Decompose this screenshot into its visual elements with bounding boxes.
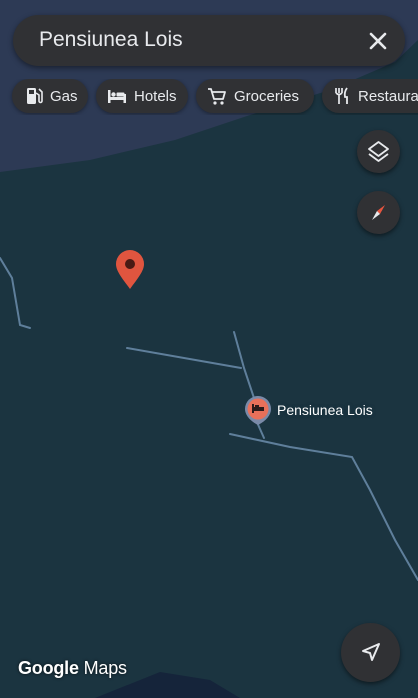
layers-button[interactable]	[357, 130, 400, 173]
bed-icon	[108, 90, 126, 103]
navigate-button[interactable]	[341, 623, 400, 682]
search-bar[interactable]: Pensiunea Lois	[13, 15, 405, 66]
chip-label: Hotels	[134, 87, 177, 105]
compass-icon	[372, 205, 385, 220]
logo-maps: Maps	[83, 658, 127, 678]
close-icon[interactable]	[363, 26, 393, 56]
fork-knife-icon	[335, 87, 348, 104]
chip-groceries[interactable]: Groceries	[196, 79, 314, 113]
cart-icon	[208, 88, 226, 105]
layers-icon	[368, 141, 389, 162]
place-label[interactable]: Pensiunea Lois	[277, 402, 373, 418]
chip-hotels[interactable]: Hotels	[96, 79, 188, 113]
compass-button[interactable]	[357, 191, 400, 234]
chip-label: Gas	[50, 87, 78, 105]
navigation-arrow-icon	[362, 643, 380, 661]
chip-gas[interactable]: Gas	[12, 79, 88, 113]
category-chips: Gas Hotels Groceries Restaurants	[0, 79, 418, 115]
search-input[interactable]: Pensiunea Lois	[39, 28, 183, 52]
google-maps-logo: Google Maps	[18, 658, 127, 679]
chip-label: Groceries	[234, 87, 300, 105]
chip-restaurants[interactable]: Restaurants	[322, 79, 418, 113]
gas-station-icon	[27, 88, 43, 104]
logo-google: Google	[18, 658, 79, 678]
chip-label: Restaurants	[358, 87, 418, 105]
